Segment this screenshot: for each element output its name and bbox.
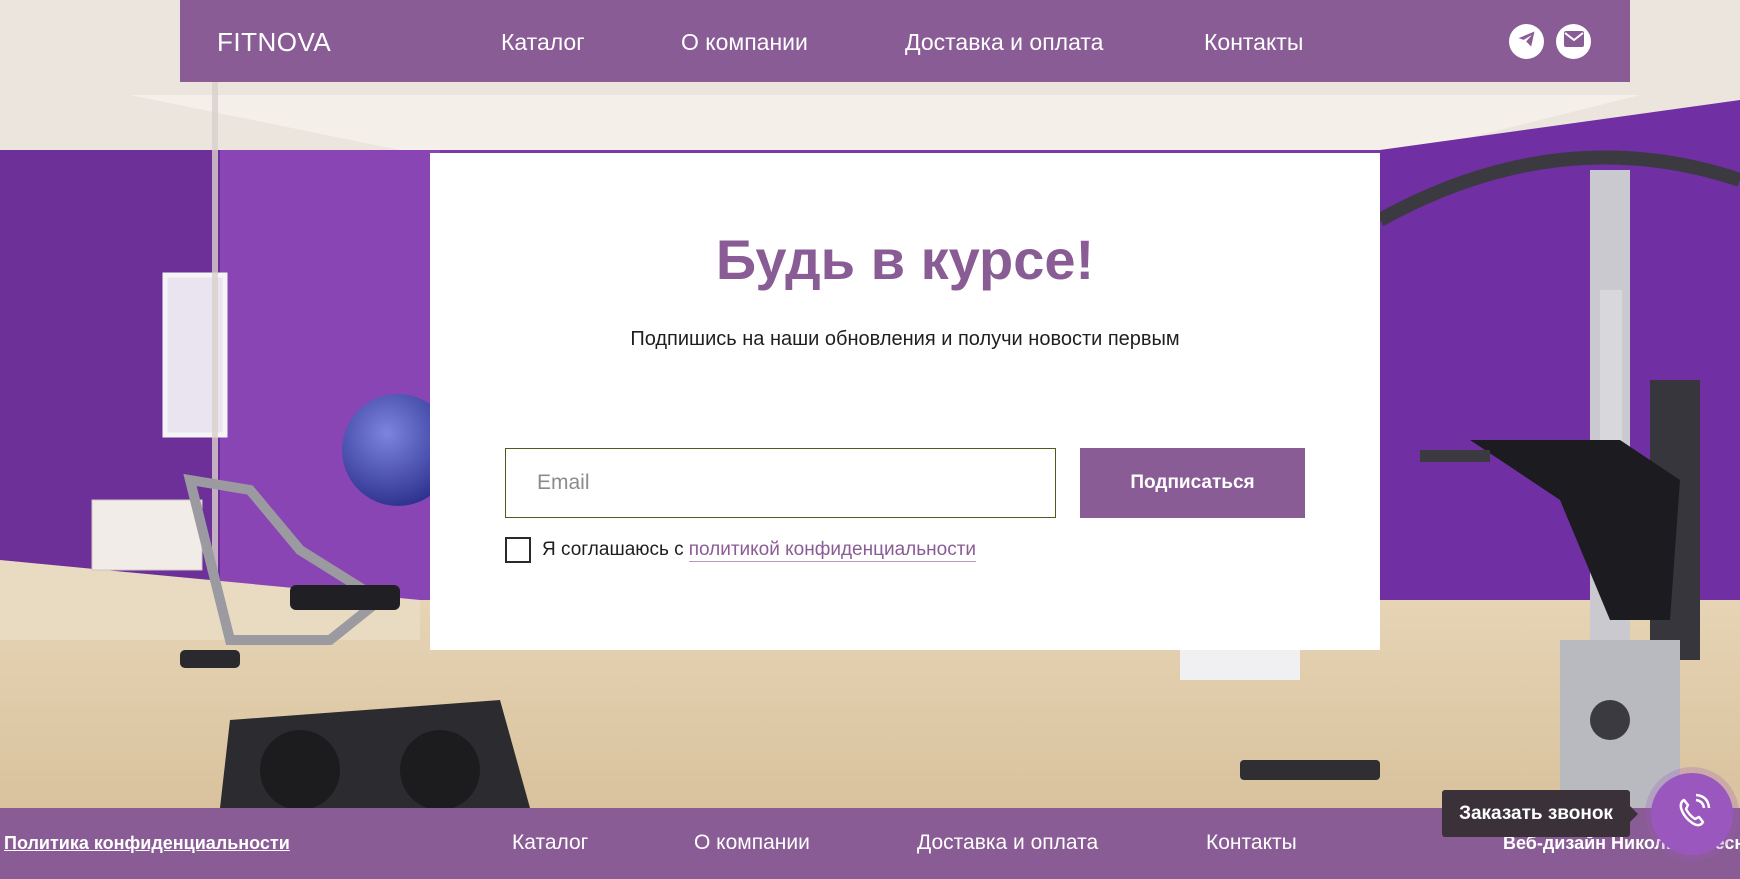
site-logo[interactable]: FITNOVA bbox=[217, 27, 331, 58]
nav-link-delivery[interactable]: Доставка и оплата bbox=[905, 29, 1103, 56]
footer-link-catalog[interactable]: Каталог bbox=[512, 831, 588, 855]
nav-link-contacts[interactable]: Контакты bbox=[1204, 29, 1303, 56]
email-field[interactable] bbox=[505, 448, 1056, 518]
mail-button[interactable] bbox=[1556, 24, 1591, 59]
footer-link-delivery[interactable]: Доставка и оплата bbox=[917, 831, 1098, 855]
privacy-policy-link[interactable]: политикой конфиденциальности bbox=[688, 539, 977, 562]
footer-link-about[interactable]: О компании bbox=[694, 831, 810, 855]
nav-link-catalog[interactable]: Каталог bbox=[501, 29, 585, 56]
callback-tooltip[interactable]: Заказать звонок bbox=[1442, 790, 1638, 837]
footer-link-contacts[interactable]: Контакты bbox=[1206, 831, 1297, 855]
subscribe-subtitle: Подпишись на наши обновления и получи но… bbox=[630, 328, 1180, 350]
nav-link-about[interactable]: О компании bbox=[681, 29, 808, 56]
telegram-button[interactable] bbox=[1509, 24, 1544, 59]
footer-privacy-policy-link[interactable]: Политика конфиденциальности bbox=[4, 833, 290, 854]
consent-checkbox[interactable] bbox=[505, 537, 531, 563]
top-navigation-bar: FITNOVA Каталог О компании Доставка и оп… bbox=[180, 0, 1630, 82]
subscribe-button[interactable]: Подписаться bbox=[1080, 448, 1305, 518]
subscribe-title: Будь в курсе! bbox=[715, 228, 1095, 291]
phone-icon bbox=[1672, 792, 1712, 837]
consent-text: Я соглашаюсь с bbox=[542, 539, 684, 560]
mail-icon bbox=[1563, 31, 1584, 52]
consent-row: Я соглашаюсь с политикой конфиденциально… bbox=[505, 537, 977, 563]
subscribe-card: Будь в курсе! Подпишись на наши обновлен… bbox=[430, 153, 1380, 650]
callback-button[interactable] bbox=[1651, 773, 1733, 855]
telegram-icon bbox=[1517, 29, 1537, 54]
